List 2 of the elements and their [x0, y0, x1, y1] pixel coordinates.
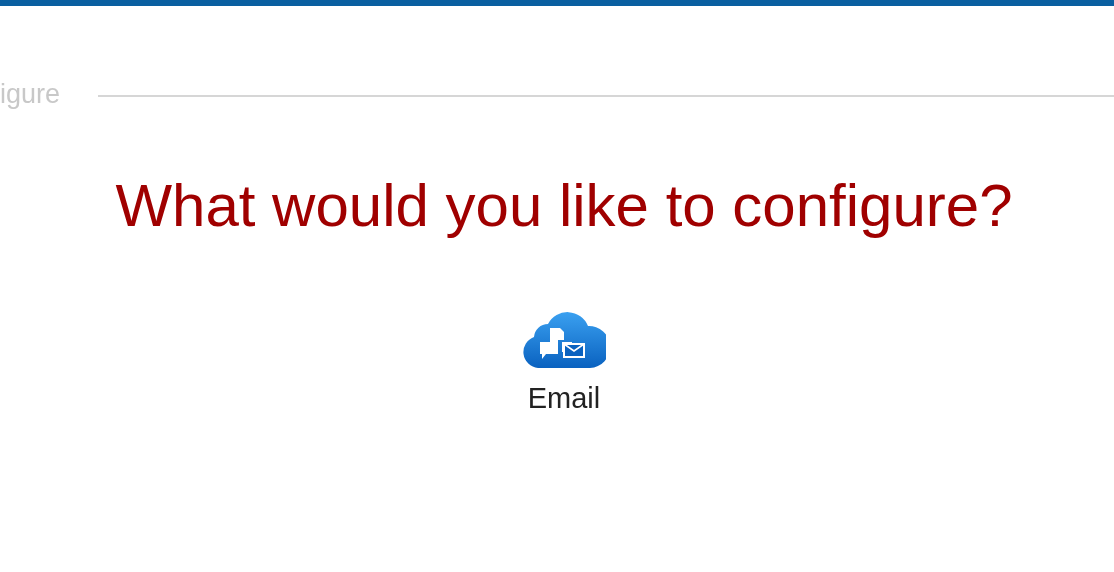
- page-heading: What would you like to configure?: [114, 171, 1014, 241]
- email-option[interactable]: Email: [522, 304, 606, 415]
